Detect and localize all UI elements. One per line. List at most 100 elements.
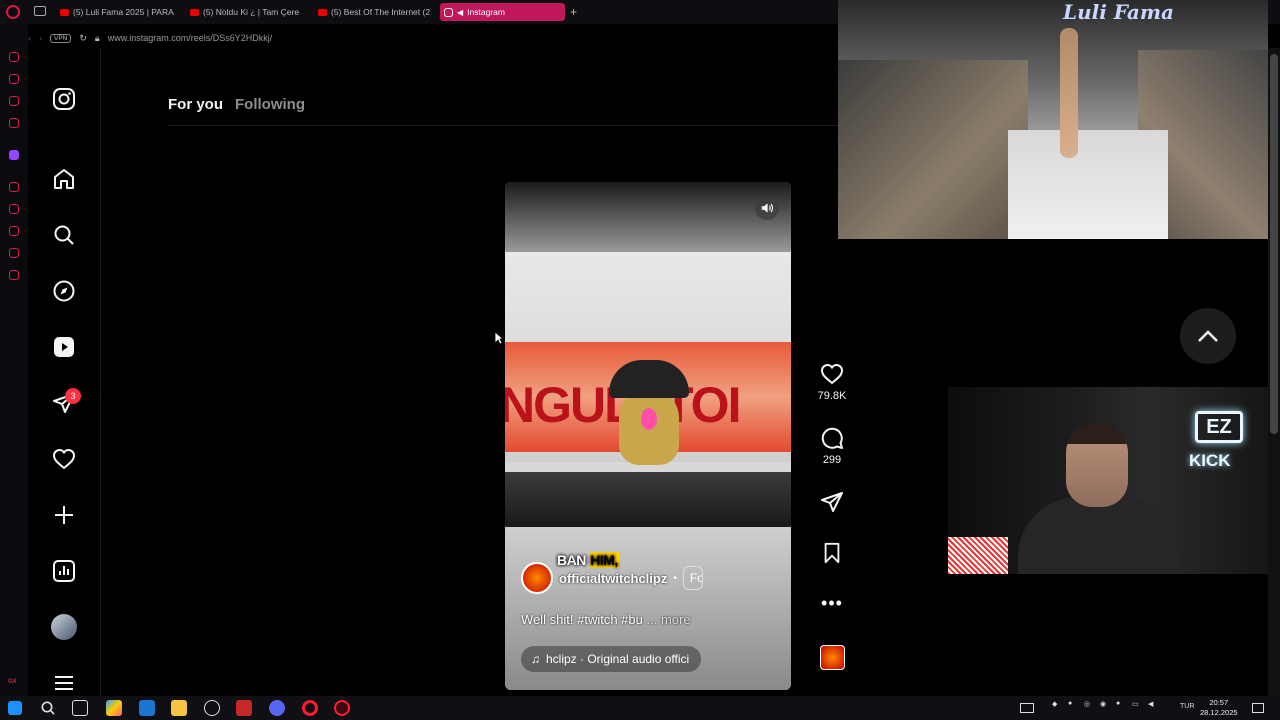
username[interactable]: officialtwitchclipz [559,571,667,586]
opera-gx-logo-icon[interactable] [6,5,20,19]
share-action [812,490,852,514]
ez-neon-sign: EZ [1195,411,1243,443]
home-icon[interactable] [51,166,77,192]
app-tray-icon[interactable]: ◉ [1100,700,1106,708]
notification-center-icon[interactable] [1252,703,1264,713]
microphone-icon[interactable]: ● [1116,700,1120,707]
obs-icon[interactable] [204,700,220,716]
menu-icon[interactable] [51,670,77,696]
forward-icon[interactable]: › [39,33,42,43]
create-icon[interactable] [51,502,77,528]
file-explorer-icon[interactable] [171,700,187,716]
taskbar-search-icon[interactable] [40,700,56,716]
steam-tray-icon[interactable]: ◎ [1084,700,1090,708]
windows-taskbar: ◆ ● ◎ ◉ ● ▭ ◀ TUR 20:57 28.12.2025 [0,696,1280,720]
like-count: 79.8K [817,390,847,402]
like-action: 79.8K [812,362,852,402]
feed-tabs: For you Following [168,96,305,113]
vpn-badge[interactable]: VPN [50,33,72,43]
notifications-icon[interactable] [51,446,77,472]
reels-icon[interactable] [51,334,77,360]
opera-mail-icon[interactable] [9,96,19,106]
profile-avatar[interactable] [51,614,77,640]
task-view-icon[interactable] [72,700,88,716]
more-link[interactable]: ... more [647,612,691,627]
youtube-icon [318,8,327,16]
speaker-icon: ◀ [457,7,464,17]
scroll-up-button[interactable] [1180,308,1236,364]
keyboard-icon[interactable] [1020,703,1034,713]
opera-bookmarks-icon[interactable] [9,204,19,214]
bookmark-icon[interactable] [821,542,843,564]
runway-model [1060,28,1078,158]
tab-noldu-ki[interactable]: (5) Noldu Ki ¿ | Tam Çere [186,3,306,21]
runway-logo: Luli Fama [1063,0,1174,24]
url-text[interactable]: www.instagram.com/reels/DSs6Y2HDkkj/ [108,33,273,43]
opera-news-icon[interactable] [9,118,19,128]
reel-user-row: officialtwitchclipz • Fo [521,562,703,594]
tab-for-you[interactable]: For you [168,96,223,113]
share-icon[interactable] [820,490,844,514]
tab-luli-fama[interactable]: (5) Luli Fama 2025 | PARA [56,3,176,21]
reel-ceiling [505,182,791,252]
streamer-body [1018,497,1178,574]
opera-player-icon[interactable] [9,182,19,192]
reel-desk [505,472,791,527]
opera-gx-icon[interactable] [334,700,350,716]
page-scrollbar[interactable] [1268,48,1280,696]
youtube-icon [190,8,199,16]
voicemod-icon[interactable] [236,700,252,716]
nvidia-icon[interactable]: ◆ [1052,700,1057,708]
edge-icon[interactable] [139,700,155,716]
scrollbar-thumb[interactable] [1270,54,1278,434]
reel-character [609,360,689,465]
follow-button[interactable]: Fo [682,566,703,590]
copilot-icon[interactable] [106,700,122,716]
streamer-head [1066,423,1128,507]
explore-icon[interactable] [51,278,77,304]
like-icon[interactable] [820,362,844,386]
dashboard-icon[interactable] [51,558,77,584]
audio-thumbnail[interactable] [820,645,845,670]
reload-icon[interactable]: ↻ [79,33,87,44]
music-note-icon: ♫ [531,652,540,666]
user-avatar[interactable] [521,562,553,594]
new-tab-button[interactable]: + [570,5,577,19]
tab-following[interactable]: Following [235,96,305,113]
kick-neon-sign: KICK [1189,451,1231,470]
tab-best-of-internet[interactable]: (5) Best Of The Internet (2 [314,3,434,21]
opera-ai-icon[interactable] [9,52,19,62]
opera-icon[interactable] [302,700,318,716]
youtube-icon [60,8,69,16]
more-options-icon[interactable]: ••• [821,594,843,612]
volume-icon[interactable]: ◀ [1148,700,1153,708]
lock-icon: 🔒︎ [94,32,100,43]
opera-store-icon[interactable] [9,74,19,84]
instagram-nav: 3 [28,48,101,696]
opera-sidebar: GX [0,24,28,696]
opera-history-icon[interactable] [9,226,19,236]
twitch-icon[interactable] [9,150,19,160]
opera-settings-icon[interactable] [9,270,19,280]
discord-tray-icon[interactable]: ● [1068,700,1072,707]
tab-instagram[interactable]: ◀ Instagram [440,3,565,21]
comment-icon[interactable] [820,426,844,450]
character-mouth [641,408,657,430]
back-icon[interactable]: ‹ [28,33,31,43]
windows-start-icon[interactable] [8,701,22,715]
language-indicator[interactable]: TUR [1180,703,1194,710]
address-bar: ‹ › VPN ↻ 🔒︎ www.instagram.com/reels/DSs… [28,28,838,48]
workspaces-icon[interactable] [34,6,46,16]
discord-icon[interactable] [269,700,285,716]
more-options-action: ••• [812,594,852,612]
system-clock[interactable]: 20:57 28.12.2025 [1200,698,1238,718]
mouse-cursor-icon [494,331,504,345]
mute-icon[interactable] [755,196,779,220]
reel-video[interactable]: NGULATOI BAN HIM, officialtwitchclipz • … [505,182,791,690]
audio-chip[interactable]: ♫ hclipz · Original audio offici [521,646,701,672]
network-icon[interactable]: ▭ [1132,700,1139,708]
instagram-tab-icon [444,7,453,17]
instagram-icon[interactable] [51,86,77,112]
search-icon[interactable] [51,222,77,248]
opera-extensions-icon[interactable] [9,248,19,258]
